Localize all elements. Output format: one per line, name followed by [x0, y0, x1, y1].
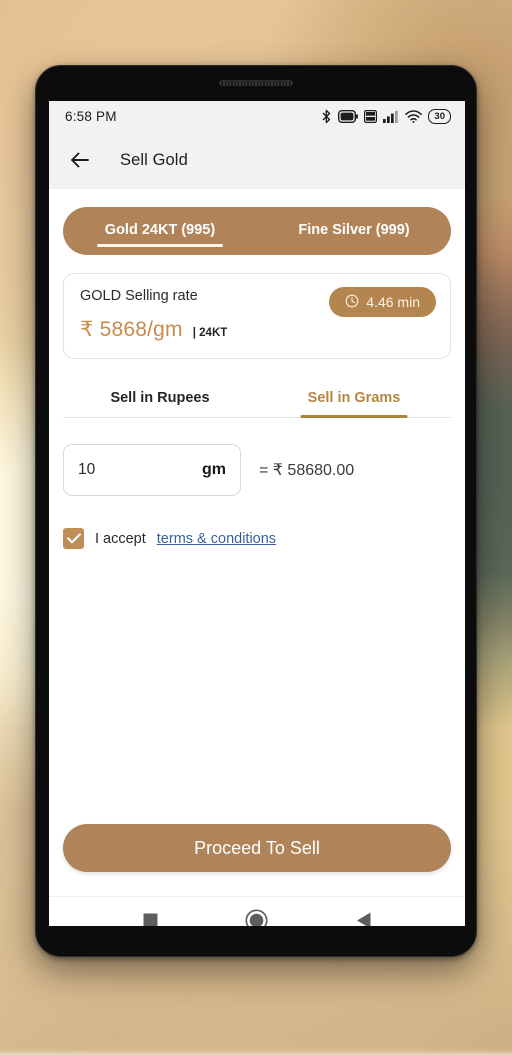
- phone-screen: 6:58 PM 30 Sell Gold Gold 24KT (995) Fin…: [49, 101, 465, 926]
- amount-input-box[interactable]: 10 gm: [63, 444, 241, 496]
- amount-entry-row: 10 gm = ₹ 58680.00: [63, 444, 451, 496]
- proceed-to-sell-button[interactable]: Proceed To Sell: [63, 824, 451, 872]
- sell-mode-tabs: Sell in Rupees Sell in Grams: [63, 381, 451, 418]
- volte-icon: [364, 109, 378, 123]
- terms-text: I accept: [95, 530, 146, 547]
- signal-icon: [383, 110, 399, 123]
- tab-gold-24kt[interactable]: Gold 24KT (995): [63, 216, 257, 247]
- status-bar-clock: 6:58 PM: [65, 108, 117, 124]
- wifi-icon: [405, 109, 423, 123]
- earpiece-speaker-grille: [219, 80, 293, 86]
- terms-and-conditions-link[interactable]: terms & conditions: [157, 531, 276, 547]
- terms-acceptance-row: I accept terms & conditions: [63, 528, 451, 549]
- battery-percent-badge: 30: [428, 108, 451, 124]
- tab-fine-silver[interactable]: Fine Silver (999): [257, 216, 451, 247]
- home-circle-icon[interactable]: [245, 909, 269, 926]
- status-bar-icons: 30: [321, 108, 451, 124]
- android-navigation-bar: [49, 896, 465, 926]
- rate-purity: | 24KT: [192, 327, 228, 339]
- clock-icon: [345, 294, 359, 311]
- rate-value-row: ₹ 5868/gm | 24KT: [80, 317, 434, 342]
- tab-sell-in-grams[interactable]: Sell in Grams: [257, 381, 451, 417]
- back-triangle-icon[interactable]: [355, 911, 372, 926]
- page-title: Sell Gold: [120, 150, 188, 169]
- metal-type-toggle: Gold 24KT (995) Fine Silver (999): [63, 207, 451, 255]
- converted-amount: = ₹ 58680.00: [259, 462, 355, 479]
- tab-sell-in-rupees[interactable]: Sell in Rupees: [63, 381, 257, 417]
- amount-input[interactable]: 10: [78, 461, 95, 479]
- main-content: Gold 24KT (995) Fine Silver (999) GOLD S…: [49, 207, 465, 896]
- battery-icon: [338, 109, 359, 123]
- terms-checkbox[interactable]: [63, 528, 84, 549]
- phone-device-frame: 6:58 PM 30 Sell Gold Gold 24KT (995) Fin…: [35, 65, 477, 957]
- back-arrow-icon[interactable]: [67, 147, 93, 173]
- bluetooth-icon: [321, 109, 332, 124]
- timer-text: 4.46 min: [366, 294, 420, 310]
- rate-price: ₹ 5868/gm: [80, 318, 183, 341]
- recents-square-icon[interactable]: [142, 912, 159, 926]
- amount-unit-label: gm: [202, 461, 226, 478]
- selling-rate-card: GOLD Selling rate 4.46 min ₹ 5868/gm | 2…: [63, 273, 451, 359]
- app-bar: Sell Gold: [49, 131, 465, 189]
- status-bar: 6:58 PM 30: [49, 101, 465, 131]
- rate-validity-timer: 4.46 min: [329, 287, 436, 317]
